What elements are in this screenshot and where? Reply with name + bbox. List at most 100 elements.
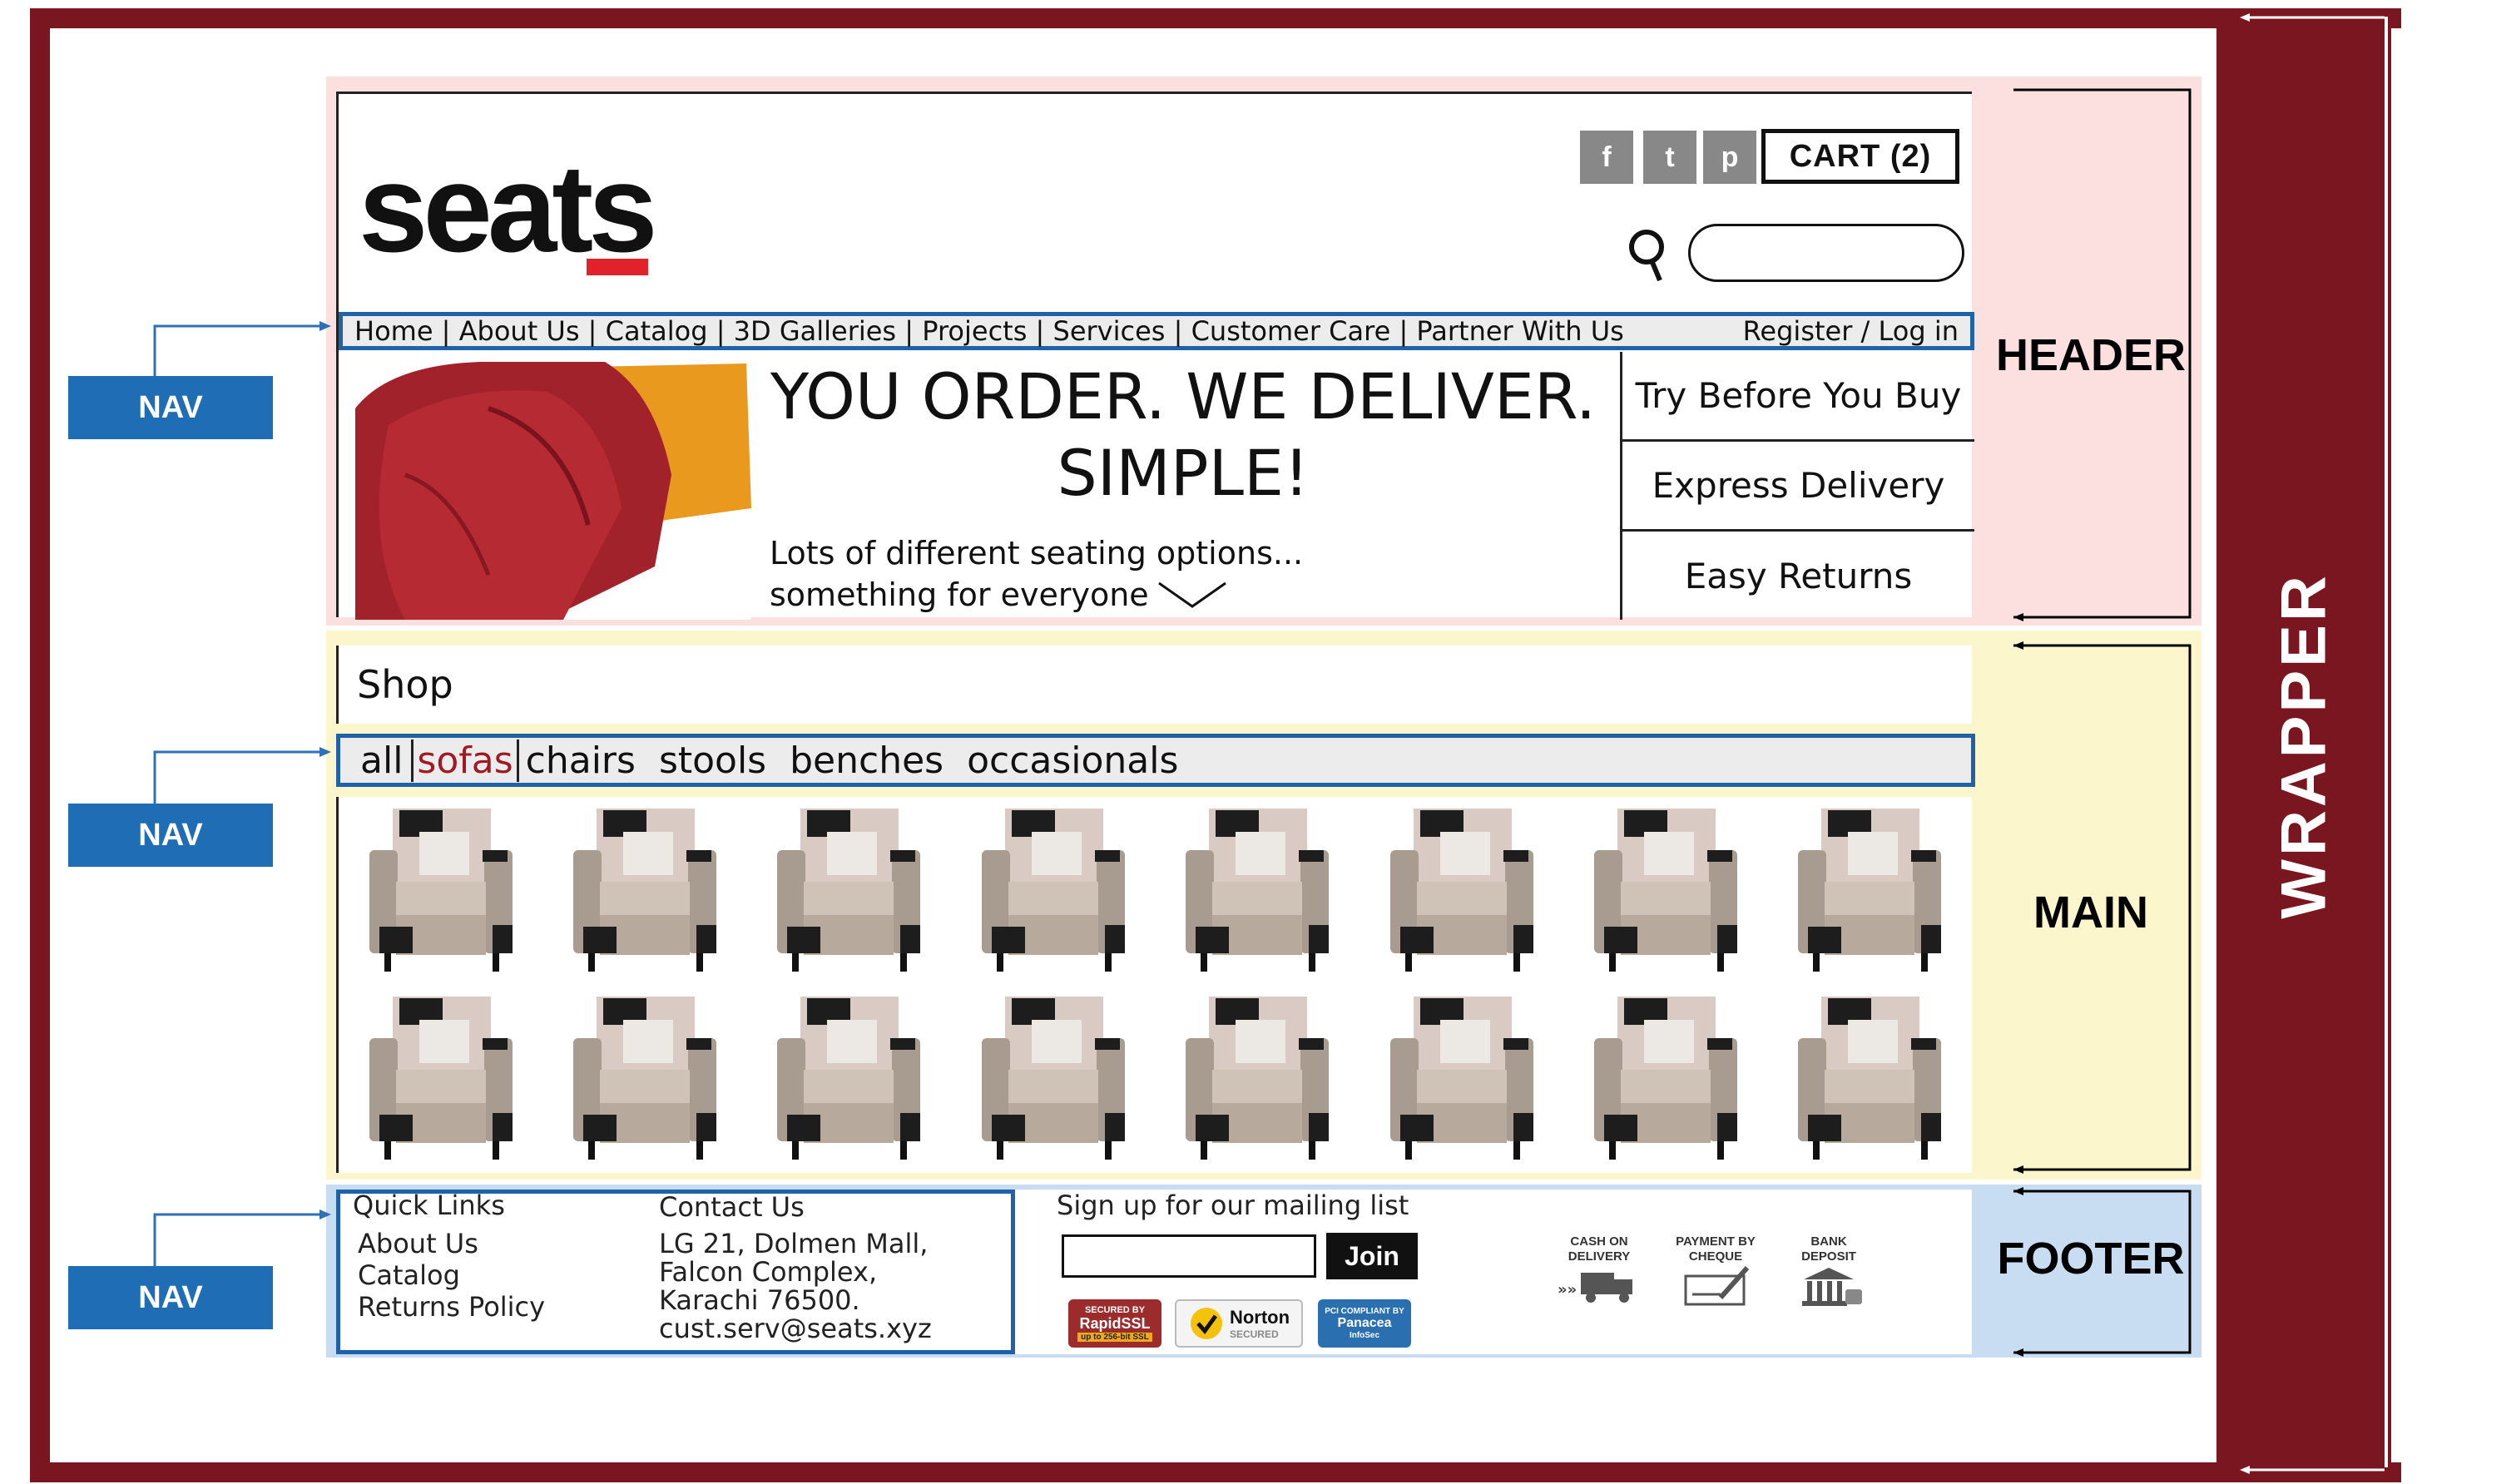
nav-home[interactable]: Home [354,315,433,347]
wrapper-bottom-arrow [2240,1466,2385,1474]
armchair-image [1798,997,1942,1160]
nav-3d-galleries[interactable]: 3D Galleries [734,315,896,347]
product-card[interactable] [1176,802,1339,980]
product-card[interactable] [1788,990,1951,1168]
nav-about[interactable]: About Us [459,315,580,347]
hero-title-line2: SIMPLE! [1057,436,1310,510]
rapidssl-bottom: up to 256-bit SSL [1077,1333,1152,1342]
cheque-icon [1684,1266,1750,1306]
nav-links: Home | About Us | Catalog | 3D Galleries… [354,315,1624,347]
panacea-badge: PCI COMPLIANT BY Panacea InfoSec [1318,1299,1411,1348]
product-card[interactable] [563,990,726,1168]
twitter-icon[interactable]: t [1643,131,1696,184]
product-card[interactable] [767,802,930,980]
product-card[interactable] [972,990,1135,1168]
product-card[interactable] [563,802,726,980]
truck-icon: »» [1558,1273,1632,1303]
nav-catalog[interactable]: Catalog [606,315,708,347]
shop-heading-bar: Shop [336,646,1972,724]
category-chairs[interactable]: chairs [526,740,636,782]
contact-title: Contact Us [659,1191,805,1223]
facebook-icon[interactable]: f [1580,131,1633,184]
product-card[interactable] [359,802,523,980]
rapidssl-badge: SECURED BY RapidSSL up to 256-bit SSL [1068,1299,1161,1348]
category-stools[interactable]: stools [659,740,766,782]
armchair-image [777,997,921,1160]
hero-title-line1: YOU ORDER. WE DELIVER. [770,359,1597,433]
cheque-line2: CHEQUE [1688,1249,1743,1264]
category-navigation: all sofas chairs stools benches occasion… [336,734,1975,787]
payment-by-cheque: PAYMENT BY CHEQUE [1666,1234,1766,1312]
cash-on-delivery: CASH ON DELIVERY »» [1549,1234,1649,1308]
cod-line1: CASH ON [1570,1234,1628,1249]
armchair-image [777,809,921,972]
armchair-image [981,809,1125,972]
nav-separator: | [896,315,923,347]
quick-links-title: Quick Links [353,1190,505,1221]
product-card[interactable] [1380,802,1543,980]
nav-partner[interactable]: Partner With Us [1416,315,1623,347]
mailing-list-input[interactable] [1062,1234,1316,1278]
nav-separator: | [1027,315,1053,347]
footer-link-catalog[interactable]: Catalog [358,1259,460,1291]
section-brackets [2013,88,2192,1357]
product-card[interactable] [1788,802,1951,980]
nav-projects[interactable]: Projects [922,315,1027,347]
nav-services[interactable]: Services [1053,315,1166,347]
join-button[interactable]: Join [1326,1233,1418,1279]
bank-icon [1802,1268,1862,1306]
wrapper-top-arrow [2240,13,2385,22]
armchair-image [1798,809,1942,972]
armchair-image [369,997,513,1160]
contact-email[interactable]: cust.serv@seats.xyz [659,1313,932,1344]
armchair-image [981,997,1125,1160]
register-login-link[interactable]: Register / Log in [1743,315,1959,347]
panacea-sub: InfoSec [1349,1331,1380,1340]
hero-sofa-image [355,359,751,620]
checkmark-icon [1190,1308,1222,1339]
contact-address-2: Falcon Complex, [659,1256,878,1288]
site-header: seats f t p CART (2) Home | About Us | C… [336,92,1974,620]
armchair-image [1593,809,1737,972]
footer-link-about[interactable]: About Us [358,1228,478,1259]
cheque-line1: PAYMENT BY [1676,1234,1756,1249]
category-benches[interactable]: benches [790,740,944,782]
nav-separator: | [1165,315,1191,347]
hero-subtitle-2: something for everyone [770,576,1149,613]
wrapper-bracket-line [2385,17,2388,1467]
category-occasionals[interactable]: occasionals [967,740,1178,782]
contact-address-1: LG 21, Dolmen Mall, [659,1228,929,1259]
nav-callout-arrows [153,321,331,1266]
search-icon[interactable] [1627,227,1673,285]
armchair-image [573,809,717,972]
nav-customer-care[interactable]: Customer Care [1191,315,1391,347]
footer-link-returns[interactable]: Returns Policy [358,1291,545,1323]
norton-sub: SECURED [1229,1328,1279,1340]
product-card[interactable] [972,802,1135,980]
product-card[interactable] [359,990,523,1168]
product-grid [336,797,1972,1173]
nav-separator: | [433,315,459,347]
feature-try-before-buy[interactable]: Try Before You Buy [1620,352,1974,442]
nav-separator: | [707,315,734,347]
product-card[interactable] [1584,990,1747,1168]
pinterest-icon[interactable]: p [1703,131,1756,184]
search-input[interactable] [1688,224,1964,282]
product-card[interactable] [1584,802,1747,980]
product-card[interactable] [767,990,930,1168]
hero-subtitle: Lots of different seating options... [770,535,1304,571]
chevron-down-icon[interactable] [1157,580,1227,610]
cart-button[interactable]: CART (2) [1761,129,1959,184]
logo[interactable]: seats [359,146,658,270]
logo-accent-bar [587,259,648,275]
contact-address-3: Karachi 76500. [659,1284,860,1316]
feature-easy-returns[interactable]: Easy Returns [1620,532,1974,620]
rapidssl-top: SECURED BY [1084,1305,1146,1315]
product-card[interactable] [1176,990,1339,1168]
category-sofas[interactable]: sofas [411,739,519,782]
product-card[interactable] [1380,990,1543,1168]
feature-express-delivery[interactable]: Express Delivery [1620,442,1974,532]
armchair-image [1389,809,1533,972]
category-all[interactable]: all [360,740,403,782]
hero-title: YOU ORDER. WE DELIVER. SIMPLE! [763,359,1603,512]
